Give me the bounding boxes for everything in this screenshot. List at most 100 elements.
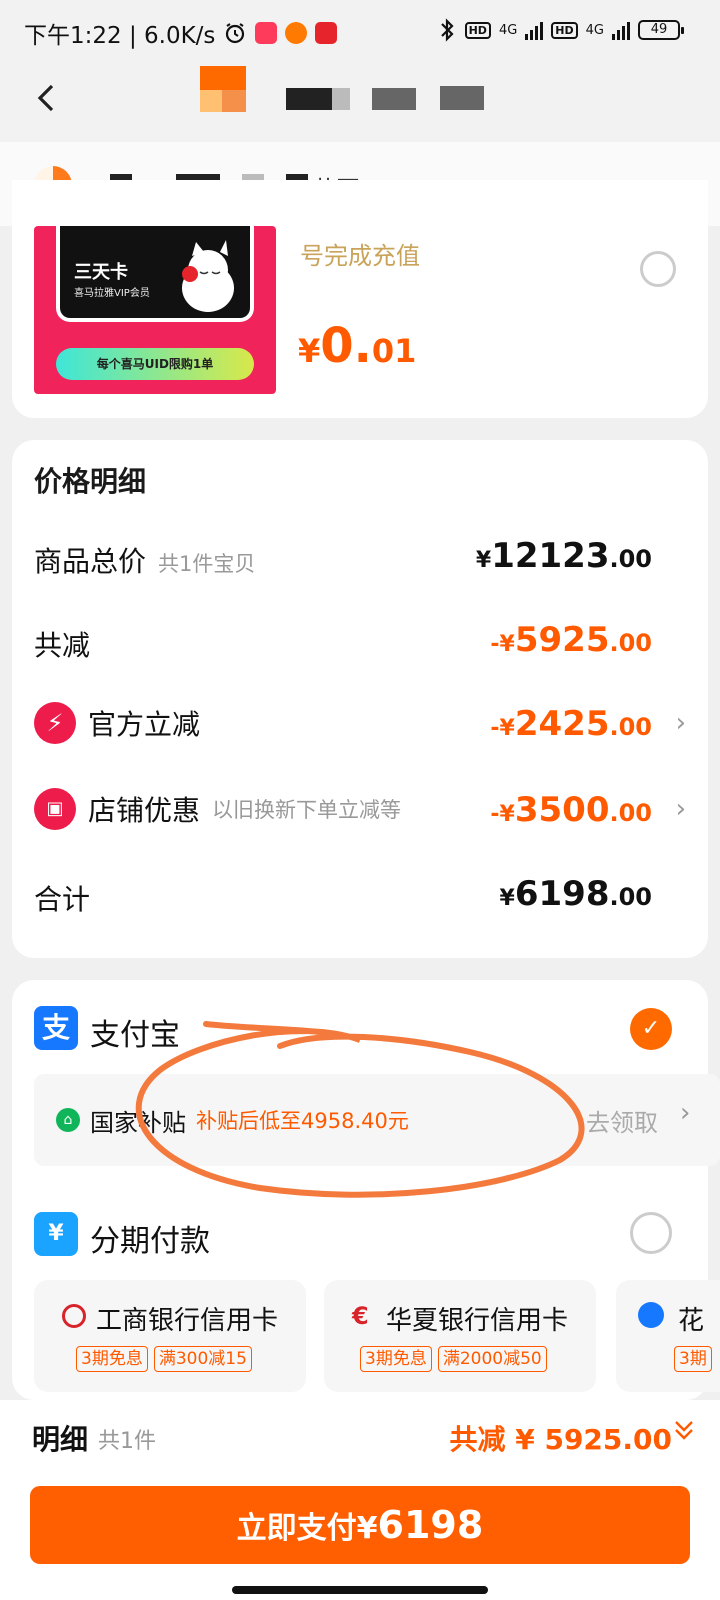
price-row-amount: -¥3500.00 <box>490 790 652 830</box>
installment-label[interactable]: 分期付款 <box>90 1216 210 1260</box>
amount-integer: 12123 <box>491 536 610 576</box>
battery-icon: 49 <box>638 20 684 40</box>
pay-button-label: 立即支付¥ <box>236 1511 378 1546</box>
double-chevron-down-icon[interactable] <box>672 1416 696 1444</box>
icbc-logo-icon <box>62 1304 86 1328</box>
amount-integer: 3500 <box>514 790 610 830</box>
price-row-amount: -¥2425.00 <box>490 704 652 744</box>
vip-card-image: 三天卡 喜马拉雅VIP会员 <box>56 226 254 322</box>
app-notification-icon <box>315 22 338 44</box>
bank-name: 花 <box>678 1306 705 1336</box>
product-select-radio[interactable] <box>640 251 676 287</box>
amount-prefix: -¥ <box>490 632 515 657</box>
alipay-label[interactable]: 支付宝 <box>90 1010 180 1054</box>
status-left: 下午1:22 | 6.0K/s <box>24 16 338 50</box>
subsidy-claim-link[interactable]: 去领取 <box>586 1103 658 1138</box>
chevron-right-icon[interactable]: › <box>676 794 686 824</box>
bank-tag: 满2000减50 <box>437 1346 547 1372</box>
bank-option-hxb[interactable]: € 华夏银行信用卡 3期免息 满2000减50 <box>324 1280 596 1392</box>
network-label: 4G <box>585 22 604 38</box>
pay-button-amount: 6198 <box>377 1503 484 1547</box>
price-row-total: 商品总价 共1件宝贝 <box>34 540 255 580</box>
app-logo <box>200 66 246 112</box>
amount-integer: 2425 <box>514 704 610 744</box>
bluetooth-icon <box>440 18 454 42</box>
amount-decimal: .00 <box>609 629 652 657</box>
app-notification-icon <box>255 22 278 44</box>
price-detail-title: 价格明细 <box>34 465 147 498</box>
price-row-discount: 共减 <box>34 624 90 664</box>
bank-tag: 3期免息 <box>360 1346 432 1372</box>
alipay-icon: 支 <box>34 1006 78 1050</box>
bottom-bar: 明细 共1件 共减 ¥ 5925.00 立即支付¥6198 <box>0 1400 720 1600</box>
pay-now-button[interactable]: 立即支付¥6198 <box>30 1486 690 1564</box>
chevron-right-icon[interactable]: › <box>676 708 686 738</box>
price-row-official-discount[interactable]: ⚡ 官方立减 <box>34 702 200 744</box>
redacted-title <box>440 86 484 110</box>
price-decimal: 01 <box>371 332 417 370</box>
home-indicator[interactable] <box>232 1586 488 1594</box>
price-row-store-discount[interactable]: ▣ 店铺优惠 以旧换新下单立减等 <box>34 788 401 830</box>
price-row-label: 合计 <box>34 883 91 916</box>
signal-icon <box>525 20 544 40</box>
bank-option-huabei[interactable]: 花 3期 <box>616 1280 720 1392</box>
vip-card-title: 三天卡 <box>74 262 128 283</box>
price-row-amount: ¥12123.00 <box>476 536 652 576</box>
product-price: ¥0.01 <box>298 318 416 374</box>
bank-tag: 3期 <box>674 1346 712 1372</box>
alipay-selected-check-icon[interactable]: ✓ <box>630 1008 672 1050</box>
amount-decimal: .00 <box>609 799 652 827</box>
back-arrow-icon[interactable] <box>28 78 68 118</box>
bank-tags: 3期免息 满2000减50 <box>360 1346 553 1372</box>
subsidy-icon: ⌂ <box>56 1108 80 1132</box>
vip-card-subtitle: 喜马拉雅VIP会员 <box>74 288 150 299</box>
huabei-logo-icon <box>638 1302 664 1328</box>
price-row-label: 共减 <box>34 629 91 662</box>
price-row-label: 官方立减 <box>88 708 201 741</box>
bank-tag: 满300减15 <box>153 1346 252 1372</box>
alarm-icon <box>226 23 245 44</box>
hd-badge: HD <box>464 21 491 39</box>
bank-tags: 3期 <box>674 1346 718 1372</box>
chevron-right-icon[interactable]: › <box>680 1098 690 1128</box>
detail-label[interactable]: 明细 <box>32 1418 88 1458</box>
bank-tag: 3期免息 <box>76 1346 148 1372</box>
detail-saving[interactable]: 共减 ¥ 5925.00 <box>449 1418 672 1458</box>
installment-radio[interactable] <box>630 1212 672 1254</box>
app-notification-icon <box>285 22 308 44</box>
price-integer: 0. <box>320 318 372 374</box>
recharge-text: 号完成充值 <box>300 242 420 270</box>
amount-prefix: -¥ <box>490 802 515 827</box>
cat-mascot-icon <box>182 240 234 312</box>
price-row-amount: -¥5925.00 <box>490 620 652 660</box>
lightning-icon: ⚡ <box>34 702 76 744</box>
amount-decimal: .00 <box>609 883 652 911</box>
amount-integer: 6198 <box>514 874 610 914</box>
amount-decimal: .00 <box>609 545 652 573</box>
price-detail-card: 价格明细 商品总价 共1件宝贝 ¥12123.00 共减 -¥5925.00 ⚡ … <box>12 440 708 958</box>
price-row-grand-total: 合计 <box>34 878 90 918</box>
store-icon: ▣ <box>34 788 76 830</box>
national-subsidy-row[interactable]: ⌂ 国家补贴 补贴后低至4958.40元 去领取 › <box>34 1074 720 1166</box>
detail-count: 共1件 <box>98 1429 156 1454</box>
price-row-label: 商品总价 <box>34 545 147 578</box>
signal-icon <box>612 20 630 40</box>
network-label: 4G <box>498 22 518 38</box>
hd-badge: HD <box>551 21 578 39</box>
bank-name: 华夏银行信用卡 <box>386 1306 569 1336</box>
bank-name: 工商银行信用卡 <box>96 1306 279 1336</box>
amount-integer: 5925 <box>514 620 610 660</box>
price-row-amount: ¥6198.00 <box>500 874 652 914</box>
subsidy-tip: 补贴后低至4958.40元 <box>196 1109 409 1133</box>
amount-decimal: .00 <box>609 713 652 741</box>
bank-option-icbc[interactable]: 工商银行信用卡 3期免息 满300减15 <box>34 1280 306 1392</box>
subsidy-label: 国家补贴 <box>90 1109 186 1137</box>
amount-prefix: ¥ <box>499 886 515 911</box>
purchase-limit-pill: 每个喜马UID限购1单 <box>56 348 254 380</box>
payment-card: 支 支付宝 ✓ ¥ 分期付款 工商银行信用卡 3期免息 满300减15 € 华夏银… <box>12 980 720 1400</box>
amount-prefix: -¥ <box>490 716 515 741</box>
price-row-label: 店铺优惠 <box>88 794 201 827</box>
top-header <box>0 62 720 142</box>
price-row-sub: 共1件宝贝 <box>158 552 256 576</box>
status-bar: 下午1:22 | 6.0K/s HD 4G HD 4G 49 <box>0 0 720 62</box>
